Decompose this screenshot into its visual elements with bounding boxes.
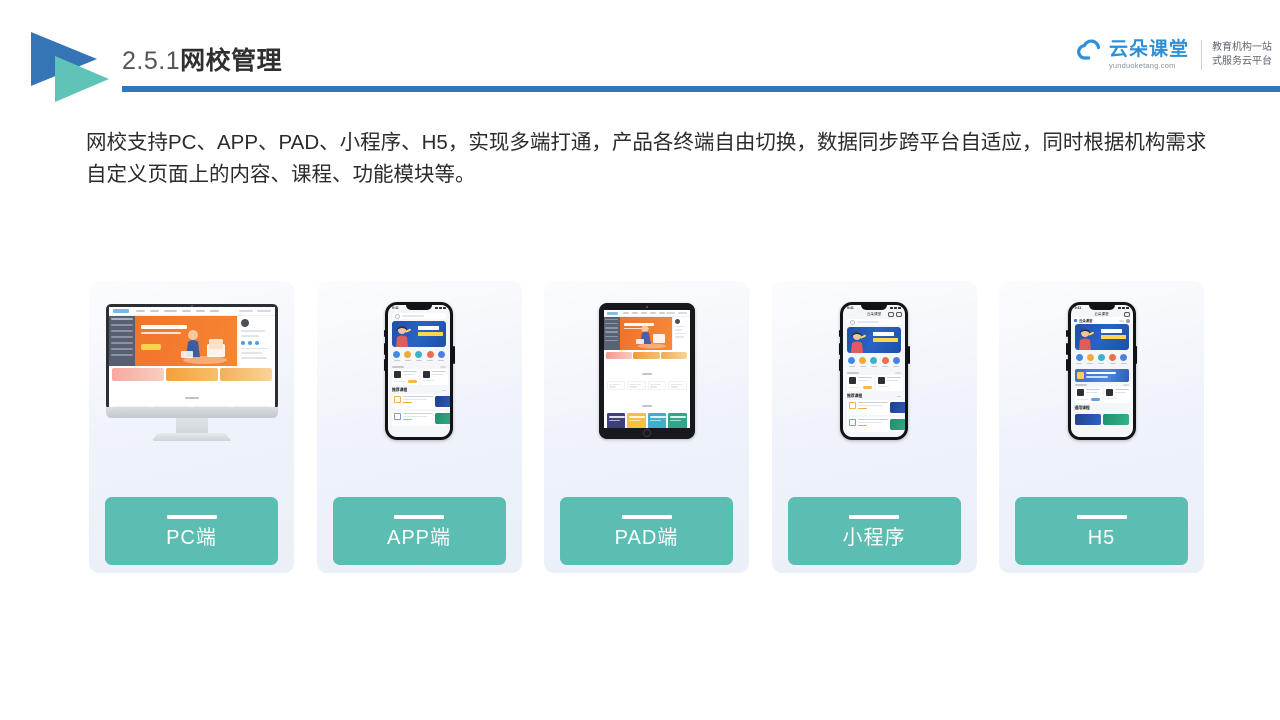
smartphone-icon: 9:41 云朵课堂 云朵课堂 通用课程: [999, 281, 1204, 461]
miniprogram-screenshot: 9:41 云朵课堂 推荐课程: [843, 305, 905, 437]
double-triangle-play-icon: [27, 30, 111, 104]
brand-domain: yunduoketang.com: [1108, 61, 1176, 71]
brand-tagline: 教育机构一站 式服务云平台: [1212, 41, 1272, 69]
platform-label-text: H5: [1087, 526, 1116, 549]
platform-card-h5[interactable]: 9:41 云朵课堂 云朵课堂 通用课程 H5: [999, 281, 1204, 573]
smartphone-icon: 9:41 云朵课堂 推荐课程: [772, 281, 977, 461]
label-dash: [1076, 514, 1127, 519]
section-title: 通用课程: [1074, 405, 1090, 410]
platform-card-miniprogram[interactable]: 9:41 云朵课堂 推荐课程 小程序: [771, 281, 977, 573]
label-dash: [166, 514, 217, 519]
platform-label-miniprogram[interactable]: 小程序: [787, 497, 961, 565]
desktop-monitor-icon: [89, 281, 294, 461]
label-dash: [621, 514, 672, 519]
brand-text: 云朵课堂 yunduoketang.com: [1109, 40, 1189, 70]
nav-title: 云朵课堂: [866, 311, 882, 316]
platform-label-text: APP端: [386, 526, 452, 549]
status-time: 9:41: [847, 306, 854, 310]
platform-label-h5[interactable]: H5: [1015, 497, 1188, 565]
status-time: 9:41: [392, 306, 399, 310]
label-dash: [849, 514, 899, 519]
platform-label-app[interactable]: APP端: [332, 497, 506, 565]
page-header: 2.5.1网校管理 云朵课堂 yunduoketang.com 教育机构一站 式…: [0, 0, 1280, 110]
brand-divider: [1201, 40, 1202, 70]
page-title-name: 网校管理: [180, 47, 283, 75]
h5-brand-label: 云朵课堂: [1079, 319, 1093, 323]
status-time: 9:41: [1074, 306, 1082, 310]
platform-label-text: PAD端: [614, 526, 679, 549]
nav-title: 云朵课堂: [1094, 311, 1109, 316]
platform-label-text: 小程序: [842, 526, 906, 549]
app-screenshot: 9:41 推荐课程: [388, 305, 450, 437]
pad-site-screenshot: [603, 310, 690, 428]
brand-tagline-line2: 式服务云平台: [1212, 56, 1272, 67]
h5-screenshot: 9:41 云朵课堂 云朵课堂 通用课程: [1070, 305, 1133, 437]
platform-card-pc[interactable]: PC端: [89, 281, 294, 573]
page-title-number: 2.5.1: [122, 47, 181, 75]
pc-site-screenshot: [108, 307, 275, 407]
section-title: 推荐课程: [847, 393, 863, 398]
platform-label-text: PC端: [166, 526, 217, 549]
brand-lockup: 云朵课堂 yunduoketang.com 教育机构一站 式服务云平台: [1076, 32, 1272, 78]
platform-card-pad[interactable]: PAD端: [544, 281, 749, 573]
platform-card-app[interactable]: 9:41 推荐课程 APP端: [316, 281, 522, 573]
platform-label-pad[interactable]: PAD端: [560, 497, 733, 565]
brand-tagline-line1: 教育机构一站: [1212, 42, 1272, 53]
title-underline-rule: [122, 86, 1280, 92]
platform-label-pc[interactable]: PC端: [105, 497, 278, 565]
intro-paragraph: 网校支持PC、APP、PAD、小程序、H5，实现多端打通，产品各终端自由切换，数…: [86, 131, 1207, 186]
section-title: 推荐课程: [392, 387, 408, 392]
tablet-icon: [544, 281, 749, 461]
brand-name: 云朵课堂: [1108, 39, 1189, 61]
platform-card-row: PC端 9:41 推荐课程 APP端 PAD端 9:41 云朵课堂 推荐课程 小…: [89, 281, 1204, 573]
smartphone-icon: 9:41 推荐课程: [317, 281, 522, 461]
label-dash: [394, 514, 444, 519]
brand-logo: 云朵课堂 yunduoketang.com: [1076, 38, 1189, 73]
cloud-icon: [1076, 38, 1106, 73]
